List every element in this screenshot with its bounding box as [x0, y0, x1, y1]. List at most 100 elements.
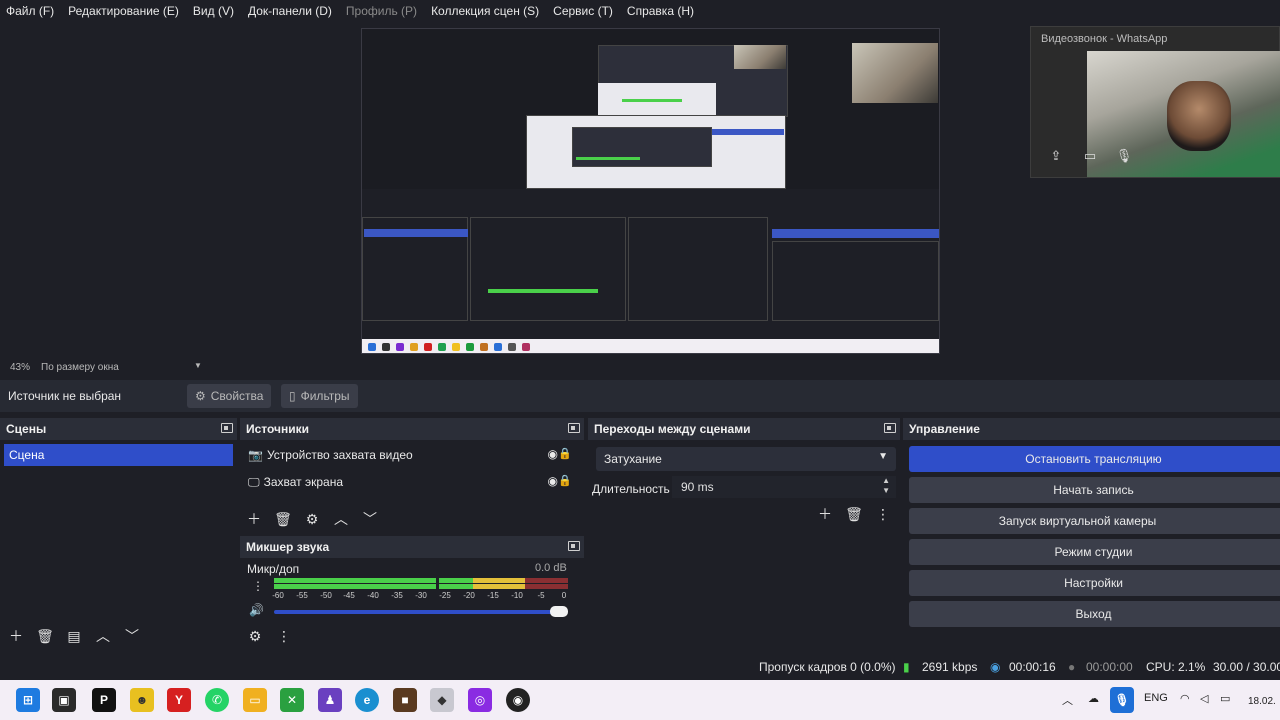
- meter-green: [274, 578, 436, 583]
- chevron-up-icon[interactable]: ︿: [91, 626, 115, 646]
- game-icon[interactable]: ☻: [130, 688, 154, 712]
- more-vertical-icon[interactable]: ⋮: [871, 504, 895, 524]
- program-preview[interactable]: [361, 28, 940, 354]
- more-vertical-icon[interactable]: ⋮: [272, 626, 296, 646]
- eye-icon[interactable]: ◉: [548, 474, 558, 488]
- mixer-channel-name: Микр/доп: [247, 562, 300, 576]
- mixer-toolbar: ⚙ ⋮: [243, 626, 301, 646]
- preview-area: Видеозвонок - WhatsApp ⇪ ▭ 🎙: [0, 22, 1280, 356]
- meter-red: [525, 584, 568, 589]
- trash-icon[interactable]: 🗑: [33, 626, 57, 646]
- minecraft-icon[interactable]: ■: [393, 688, 417, 712]
- transition-select[interactable]: Затухание ▼: [596, 447, 896, 471]
- microphone-icon[interactable]: 🎙: [1110, 687, 1134, 713]
- spin-arrows-icon[interactable]: ▲ ▼: [882, 476, 890, 496]
- undock-icon[interactable]: [221, 423, 233, 433]
- stream-icon: ◉: [990, 660, 1001, 674]
- trash-icon[interactable]: 🗑: [842, 504, 866, 524]
- task-view-icon[interactable]: ▣: [52, 688, 76, 712]
- gear-icon[interactable]: ⚙: [300, 509, 324, 529]
- record-icon: ●: [1068, 660, 1076, 674]
- volume-slider-handle[interactable]: [550, 606, 568, 617]
- source-label: Устройство захвата видео: [266, 448, 413, 462]
- undock-icon[interactable]: [568, 423, 580, 433]
- menu-view[interactable]: Вид (V): [193, 4, 234, 18]
- studio-mode-button[interactable]: Режим студии: [909, 539, 1280, 565]
- scale-tick: -10: [511, 591, 523, 600]
- menu-help[interactable]: Справка (H): [627, 4, 694, 18]
- scale-tick: -35: [391, 591, 403, 600]
- language-indicator[interactable]: ENG: [1144, 692, 1168, 704]
- filter-icon[interactable]: ▤: [62, 626, 86, 646]
- properties-button[interactable]: ⚙ Свойства: [187, 384, 272, 408]
- xbox-icon[interactable]: ✕: [280, 688, 304, 712]
- more-vertical-icon[interactable]: ⋮: [252, 579, 264, 593]
- scale-tick: -25: [439, 591, 451, 600]
- chevron-down-icon[interactable]: ﹀: [120, 626, 144, 646]
- menu-file[interactable]: Файл (F): [6, 4, 54, 18]
- exit-button[interactable]: Выход: [909, 601, 1280, 627]
- stream-time: 00:00:16: [1009, 660, 1056, 674]
- onedrive-icon[interactable]: ☁: [1088, 692, 1099, 705]
- whatsapp-controls: ⇪ ▭ 🎙: [1047, 147, 1133, 165]
- filters-button[interactable]: ▯ Фильтры: [281, 384, 358, 408]
- chevron-down-icon[interactable]: ▼: [194, 361, 202, 370]
- wifi-icon[interactable]: ◠: [1180, 692, 1190, 705]
- menu-scene-collection[interactable]: Коллекция сцен (S): [431, 4, 539, 18]
- battery-icon[interactable]: ▭: [1220, 692, 1230, 705]
- add-icon[interactable]: ＋: [4, 626, 28, 646]
- menu-docks[interactable]: Док-панели (D): [248, 4, 332, 18]
- duration-field[interactable]: 90 ms ▲ ▼: [672, 476, 896, 498]
- eye-icon[interactable]: ◉: [548, 447, 558, 461]
- chevron-down-icon[interactable]: ﹀: [358, 509, 382, 529]
- menu-profile[interactable]: Профиль (P): [346, 4, 417, 18]
- whatsapp-icon[interactable]: ✆: [205, 688, 229, 712]
- gear-icon[interactable]: ⚙: [243, 626, 267, 646]
- mixer-header: Микшер звука: [240, 536, 584, 558]
- edge-icon[interactable]: e: [355, 688, 379, 712]
- meter-green: [439, 584, 473, 589]
- trash-icon[interactable]: 🗑: [271, 509, 295, 529]
- source-item[interactable]: 🖵 Захват экрана ◉ 🔒: [248, 471, 578, 493]
- yandex-browser-icon[interactable]: Y: [167, 688, 191, 712]
- zoom-mode[interactable]: По размеру окна: [41, 362, 119, 373]
- scale-tick: -15: [487, 591, 499, 600]
- audio-meter: [274, 578, 568, 590]
- camera-icon[interactable]: ▭: [1081, 147, 1099, 165]
- settings-button[interactable]: Настройки: [909, 570, 1280, 596]
- undock-icon[interactable]: [568, 541, 580, 551]
- app-icon[interactable]: ◎: [468, 688, 492, 712]
- volume-slider[interactable]: [274, 610, 566, 614]
- fps: 30.00 / 30.00: [1213, 660, 1280, 674]
- lock-icon[interactable]: 🔒: [558, 447, 572, 460]
- app-icon[interactable]: ◆: [430, 688, 454, 712]
- microphone-icon[interactable]: 🎙: [1115, 147, 1133, 165]
- menu-edit[interactable]: Редактирование (E): [68, 4, 179, 18]
- lock-icon[interactable]: 🔒: [558, 474, 572, 487]
- taskbar-date[interactable]: 18.02.: [1248, 696, 1276, 707]
- start-virtual-camera-button[interactable]: Запуск виртуальной камеры: [909, 508, 1280, 534]
- speaker-icon[interactable]: 🔊: [249, 603, 264, 617]
- undock-icon[interactable]: [884, 423, 896, 433]
- windows-start-icon[interactable]: ⊞: [16, 688, 40, 712]
- scene-item[interactable]: Сцена: [4, 444, 233, 466]
- meter-yellow: [473, 578, 525, 583]
- whatsapp-call-window[interactable]: Видеозвонок - WhatsApp ⇪ ▭ 🎙: [1030, 26, 1280, 178]
- menu-tools[interactable]: Сервис (T): [553, 4, 613, 18]
- stop-streaming-button[interactable]: Остановить трансляцию: [909, 446, 1280, 472]
- pycharm-icon[interactable]: P: [92, 688, 116, 712]
- start-recording-button[interactable]: Начать запись: [909, 477, 1280, 503]
- add-icon[interactable]: ＋: [242, 509, 266, 529]
- scenes-header: Сцены: [0, 418, 237, 440]
- chevron-up-icon[interactable]: ︿: [329, 509, 353, 529]
- file-explorer-icon[interactable]: ▭: [243, 688, 267, 712]
- add-icon[interactable]: ＋: [813, 504, 837, 524]
- meter-red: [525, 578, 568, 583]
- chevron-up-icon[interactable]: ︿: [1062, 692, 1073, 708]
- obs-icon[interactable]: ◉: [506, 688, 530, 712]
- share-screen-icon[interactable]: ⇪: [1047, 147, 1065, 165]
- source-item[interactable]: 📷 Устройство захвата видео ◉ 🔒: [248, 444, 578, 466]
- volume-icon[interactable]: ◁: [1200, 692, 1208, 705]
- app-icon[interactable]: ♟: [318, 688, 342, 712]
- record-time: 00:00:00: [1086, 660, 1133, 674]
